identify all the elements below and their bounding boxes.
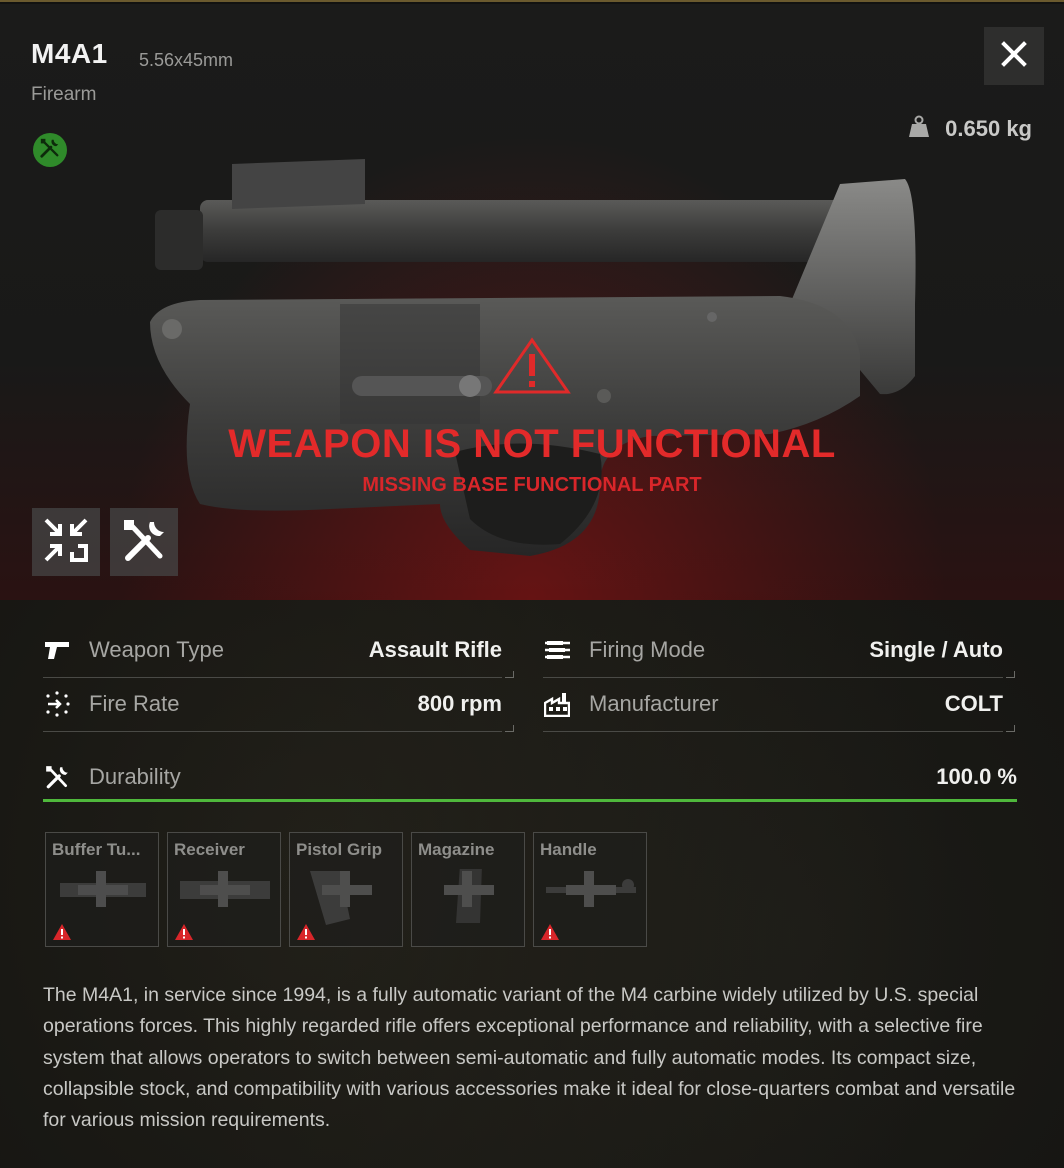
not-functional-subtitle: MISSING BASE FUNCTIONAL PART (362, 474, 702, 496)
attachment-slot[interactable]: Receiver (167, 832, 281, 947)
item-description: The M4A1, in service since 1994, is a fu… (43, 984, 1016, 1132)
not-functional-title: WEAPON IS NOT FUNCTIONAL (228, 422, 836, 466)
stat-label: Manufacturer (589, 691, 719, 716)
close-button[interactable] (984, 27, 1044, 85)
slot-placeholder-icon (178, 869, 272, 930)
warning-triangle-icon (174, 923, 194, 946)
close-icon (1001, 40, 1027, 72)
slot-name: Pistol Grip (296, 840, 382, 859)
slot-placeholder-icon (544, 869, 638, 930)
slot-placeholder-icon (422, 865, 516, 930)
stat-firing-mode: Firing Mode Single / Auto (543, 623, 1015, 678)
weight-icon (907, 114, 931, 144)
wrench-screwdriver-icon (43, 763, 71, 791)
stat-value: Single / Auto (869, 637, 1003, 662)
stat-durability: Durability 100.0 % (43, 752, 1017, 802)
stat-label: Firing Mode (589, 637, 706, 662)
durability-bar-fill (43, 799, 1017, 802)
factory-icon (543, 690, 571, 718)
slot-name: Magazine (418, 840, 495, 859)
repair-badge (33, 133, 67, 167)
item-title: M4A1 (31, 38, 108, 69)
stat-value: COLT (944, 691, 1003, 716)
warning-triangle-icon (540, 923, 560, 946)
attachment-slot[interactable]: Handle (533, 832, 647, 947)
item-weight: 0.650 kg (907, 114, 1032, 144)
tools-icon (120, 516, 168, 569)
slot-name: Receiver (174, 840, 245, 859)
stat-manufacturer: Manufacturer COLT (543, 677, 1015, 732)
pistol-icon (43, 636, 71, 664)
bullets-icon (543, 636, 571, 664)
wrench-screwdriver-icon (39, 137, 61, 164)
warning-triangle-icon (52, 923, 72, 946)
stat-label: Durability (89, 764, 181, 789)
item-caliber: 5.56x45mm (139, 50, 234, 70)
item-inspect-panel: M4A1 5.56x45mm Firearm 0.650 kg WEAPON I… (0, 0, 1064, 1168)
attachment-slot[interactable]: Buffer Tu... (45, 832, 159, 947)
stat-value: 100.0 % (936, 764, 1017, 789)
weight-value: 0.650 kg (945, 116, 1032, 141)
weapon-preview: M4A1 5.56x45mm Firearm 0.650 kg WEAPON I… (0, 4, 1064, 600)
stat-value: 800 rpm (417, 691, 502, 716)
stat-label: Weapon Type (89, 637, 224, 662)
collapse-button[interactable] (32, 508, 100, 576)
fire-rate-icon (43, 690, 71, 718)
slot-name: Buffer Tu... (52, 840, 141, 859)
attachment-slot[interactable]: Pistol Grip (289, 832, 403, 947)
slot-placeholder-icon (300, 869, 394, 930)
collapse-arrows-icon (42, 516, 90, 569)
stat-fire-rate: Fire Rate 800 rpm (43, 677, 514, 732)
modify-tools-button[interactable] (110, 508, 178, 576)
slot-name: Handle (540, 840, 597, 859)
durability-bar (43, 799, 1017, 802)
stat-value: Assault Rifle (368, 637, 502, 662)
slot-placeholder-icon (56, 869, 150, 930)
warning-triangle-icon (296, 923, 316, 946)
item-category: Firearm (31, 84, 97, 105)
stat-weapon-type: Weapon Type Assault Rifle (43, 623, 514, 678)
attachment-slot[interactable]: Magazine (411, 832, 525, 947)
stat-label: Fire Rate (89, 691, 180, 716)
